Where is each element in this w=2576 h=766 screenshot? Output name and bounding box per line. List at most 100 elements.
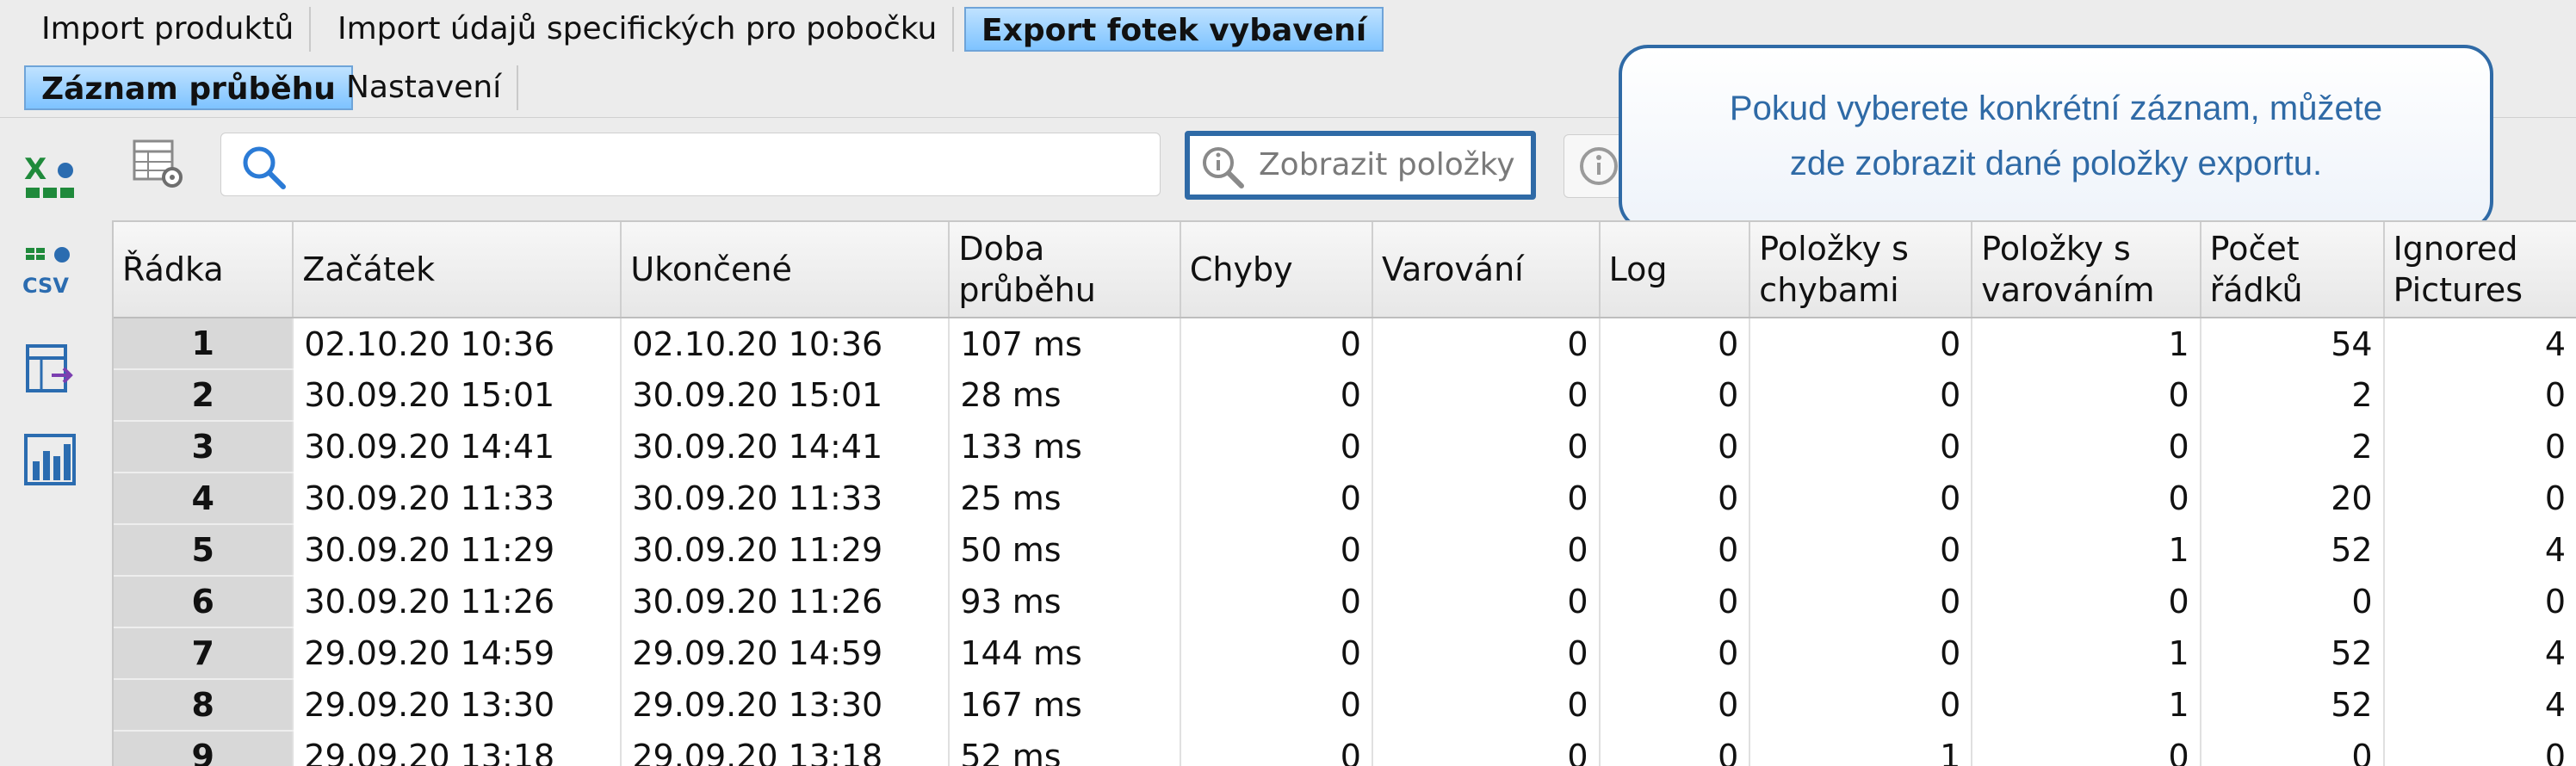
column-header-zacatek[interactable]: Začátek <box>293 222 622 318</box>
table-cell[interactable]: 0 <box>1372 679 1601 731</box>
excel-export-icon[interactable]: X <box>22 151 77 207</box>
column-header-polozky-s-chybami[interactable]: Položky s chybami <box>1749 222 1973 318</box>
table-cell[interactable]: 2 <box>2200 421 2385 473</box>
table-cell[interactable]: 52 <box>2200 679 2385 731</box>
csv-export-icon[interactable]: CSV <box>22 244 77 300</box>
column-header-doba-prubehu[interactable]: Doba průběhu <box>949 222 1181 318</box>
table-cell[interactable]: 30.09.20 11:26 <box>621 576 951 627</box>
table-cell[interactable]: 0 <box>1180 369 1373 421</box>
table-row[interactable]: 6 30.09.20 11:26 30.09.20 11:26 93 ms 0 0 0 0 0 0… <box>114 576 2576 628</box>
table-cell[interactable]: 0 <box>2383 576 2576 627</box>
row-number-cell[interactable]: 9 <box>114 731 294 766</box>
table-cell[interactable]: 0 <box>1180 627 1373 679</box>
table-cell[interactable]: 0 <box>2383 421 2576 473</box>
table-cell[interactable]: 4 <box>2383 318 2576 369</box>
table-row[interactable]: 2 30.09.20 15:01 30.09.20 15:01 28 ms 0 0 0 0 0 2… <box>114 369 2576 422</box>
table-cell[interactable]: 0 <box>1749 421 1973 473</box>
table-row[interactable]: 8 29.09.20 13:30 29.09.20 13:30 167 ms 0 0 0 0 1… <box>114 679 2576 732</box>
row-number-cell[interactable]: 6 <box>114 576 294 628</box>
table-cell[interactable]: 0 <box>1372 318 1601 369</box>
table-cell[interactable]: 93 ms <box>949 576 1181 627</box>
table-cell[interactable]: 0 <box>1599 473 1751 524</box>
table-cell[interactable]: 1 <box>1972 679 2201 731</box>
table-cell[interactable]: 0 <box>1599 576 1751 627</box>
table-cell[interactable]: 0 <box>1180 731 1373 766</box>
table-cell[interactable]: 30.09.20 15:01 <box>621 369 951 421</box>
table-cell[interactable]: 167 ms <box>949 679 1181 731</box>
column-header-pocet-radku[interactable]: Počet řádků <box>2200 222 2385 318</box>
table-cell[interactable]: 0 <box>1599 421 1751 473</box>
table-cell[interactable]: 28 ms <box>949 369 1181 421</box>
table-cell[interactable]: 0 <box>1599 369 1751 421</box>
row-number-cell[interactable]: 1 <box>114 318 294 370</box>
table-cell[interactable]: 0 <box>1599 679 1751 731</box>
table-cell[interactable]: 107 ms <box>949 318 1181 369</box>
table-cell[interactable]: 30.09.20 15:01 <box>293 369 622 421</box>
table-cell[interactable]: 0 <box>1372 524 1601 576</box>
table-cell[interactable]: 54 <box>2200 318 2385 369</box>
table-cell[interactable]: 0 <box>1749 524 1973 576</box>
tab-export-fotek[interactable]: Export fotek vybavení <box>964 7 1384 52</box>
table-cell[interactable]: 02.10.20 10:36 <box>293 318 622 369</box>
table-cell[interactable]: 0 <box>1180 524 1373 576</box>
table-cell[interactable]: 0 <box>1972 421 2201 473</box>
table-row[interactable]: 3 30.09.20 14:41 30.09.20 14:41 133 ms 0 0 0 0 0… <box>114 421 2576 473</box>
column-header-varovani[interactable]: Varování <box>1372 222 1601 318</box>
table-cell[interactable]: 0 <box>1372 421 1601 473</box>
table-cell[interactable]: 0 <box>1180 679 1373 731</box>
table-cell[interactable]: 30.09.20 11:29 <box>293 524 622 576</box>
table-cell[interactable]: 0 <box>1749 679 1973 731</box>
table-cell[interactable]: 30.09.20 11:33 <box>293 473 622 524</box>
column-header-chyby[interactable]: Chyby <box>1180 222 1373 318</box>
table-cell[interactable]: 30.09.20 11:26 <box>293 576 622 627</box>
table-cell[interactable]: 29.09.20 14:59 <box>621 627 951 679</box>
table-cell[interactable]: 52 <box>2200 524 2385 576</box>
tab-zaznam-prubehu[interactable]: Záznam průběhu <box>24 65 353 110</box>
table-cell[interactable]: 1 <box>1749 731 1973 766</box>
table-row[interactable]: 9 29.09.20 13:18 29.09.20 13:18 52 ms 0 0 0 1 0 0… <box>114 731 2576 766</box>
table-cell[interactable]: 0 <box>1180 318 1373 369</box>
table-cell[interactable]: 30.09.20 11:29 <box>621 524 951 576</box>
table-cell[interactable]: 0 <box>1972 473 2201 524</box>
table-cell[interactable]: 0 <box>1749 473 1973 524</box>
table-cell[interactable]: 50 ms <box>949 524 1181 576</box>
show-items-button[interactable]: Zobrazit položky <box>1185 131 1536 200</box>
table-cell[interactable]: 29.09.20 13:30 <box>293 679 622 731</box>
table-cell[interactable]: 29.09.20 13:18 <box>621 731 951 766</box>
table-cell[interactable]: 0 <box>1972 369 2201 421</box>
table-cell[interactable]: 0 <box>2383 473 2576 524</box>
tab-import-produktu[interactable]: Import produktů <box>26 7 312 52</box>
table-cell[interactable]: 0 <box>1180 576 1373 627</box>
table-cell[interactable]: 0 <box>2383 369 2576 421</box>
table-cell[interactable]: 0 <box>1749 576 1973 627</box>
table-cell[interactable]: 52 ms <box>949 731 1181 766</box>
table-cell[interactable]: 4 <box>2383 524 2576 576</box>
table-cell[interactable]: 133 ms <box>949 421 1181 473</box>
table-cell[interactable]: 0 <box>1599 627 1751 679</box>
column-header-polozky-s-varovanim[interactable]: Položky s varováním <box>1972 222 2201 318</box>
search-input[interactable] <box>299 140 1146 190</box>
column-header-ignored-pictures[interactable]: Ignored Pictures <box>2383 222 2576 318</box>
table-transfer-icon[interactable] <box>22 341 77 396</box>
table-settings-icon[interactable] <box>131 136 186 191</box>
table-cell[interactable]: 0 <box>2383 731 2576 766</box>
table-cell[interactable]: 0 <box>1372 576 1601 627</box>
table-cell[interactable]: 0 <box>1599 524 1751 576</box>
table-cell[interactable]: 144 ms <box>949 627 1181 679</box>
table-row[interactable]: 1 02.10.20 10:36 02.10.20 10:36 107 ms 0 0 0 0 1… <box>114 318 2576 370</box>
table-cell[interactable]: 52 <box>2200 627 2385 679</box>
table-cell[interactable]: 0 <box>1599 731 1751 766</box>
table-cell[interactable]: 0 <box>1749 627 1973 679</box>
table-cell[interactable]: 0 <box>1372 627 1601 679</box>
table-cell[interactable]: 0 <box>2200 576 2385 627</box>
table-cell[interactable]: 0 <box>2200 731 2385 766</box>
table-cell[interactable]: 0 <box>1180 473 1373 524</box>
tab-import-udaju[interactable]: Import údajů specifických pro pobočku <box>322 7 955 52</box>
table-cell[interactable]: 0 <box>1599 318 1751 369</box>
table-cell[interactable]: 29.09.20 13:18 <box>293 731 622 766</box>
row-number-cell[interactable]: 4 <box>114 473 294 525</box>
table-cell[interactable]: 0 <box>1372 731 1601 766</box>
table-row[interactable]: 4 30.09.20 11:33 30.09.20 11:33 25 ms 0 0 0 0 0 2… <box>114 473 2576 525</box>
row-number-cell[interactable]: 5 <box>114 524 294 577</box>
column-header-ukoncene[interactable]: Ukončené <box>621 222 951 318</box>
